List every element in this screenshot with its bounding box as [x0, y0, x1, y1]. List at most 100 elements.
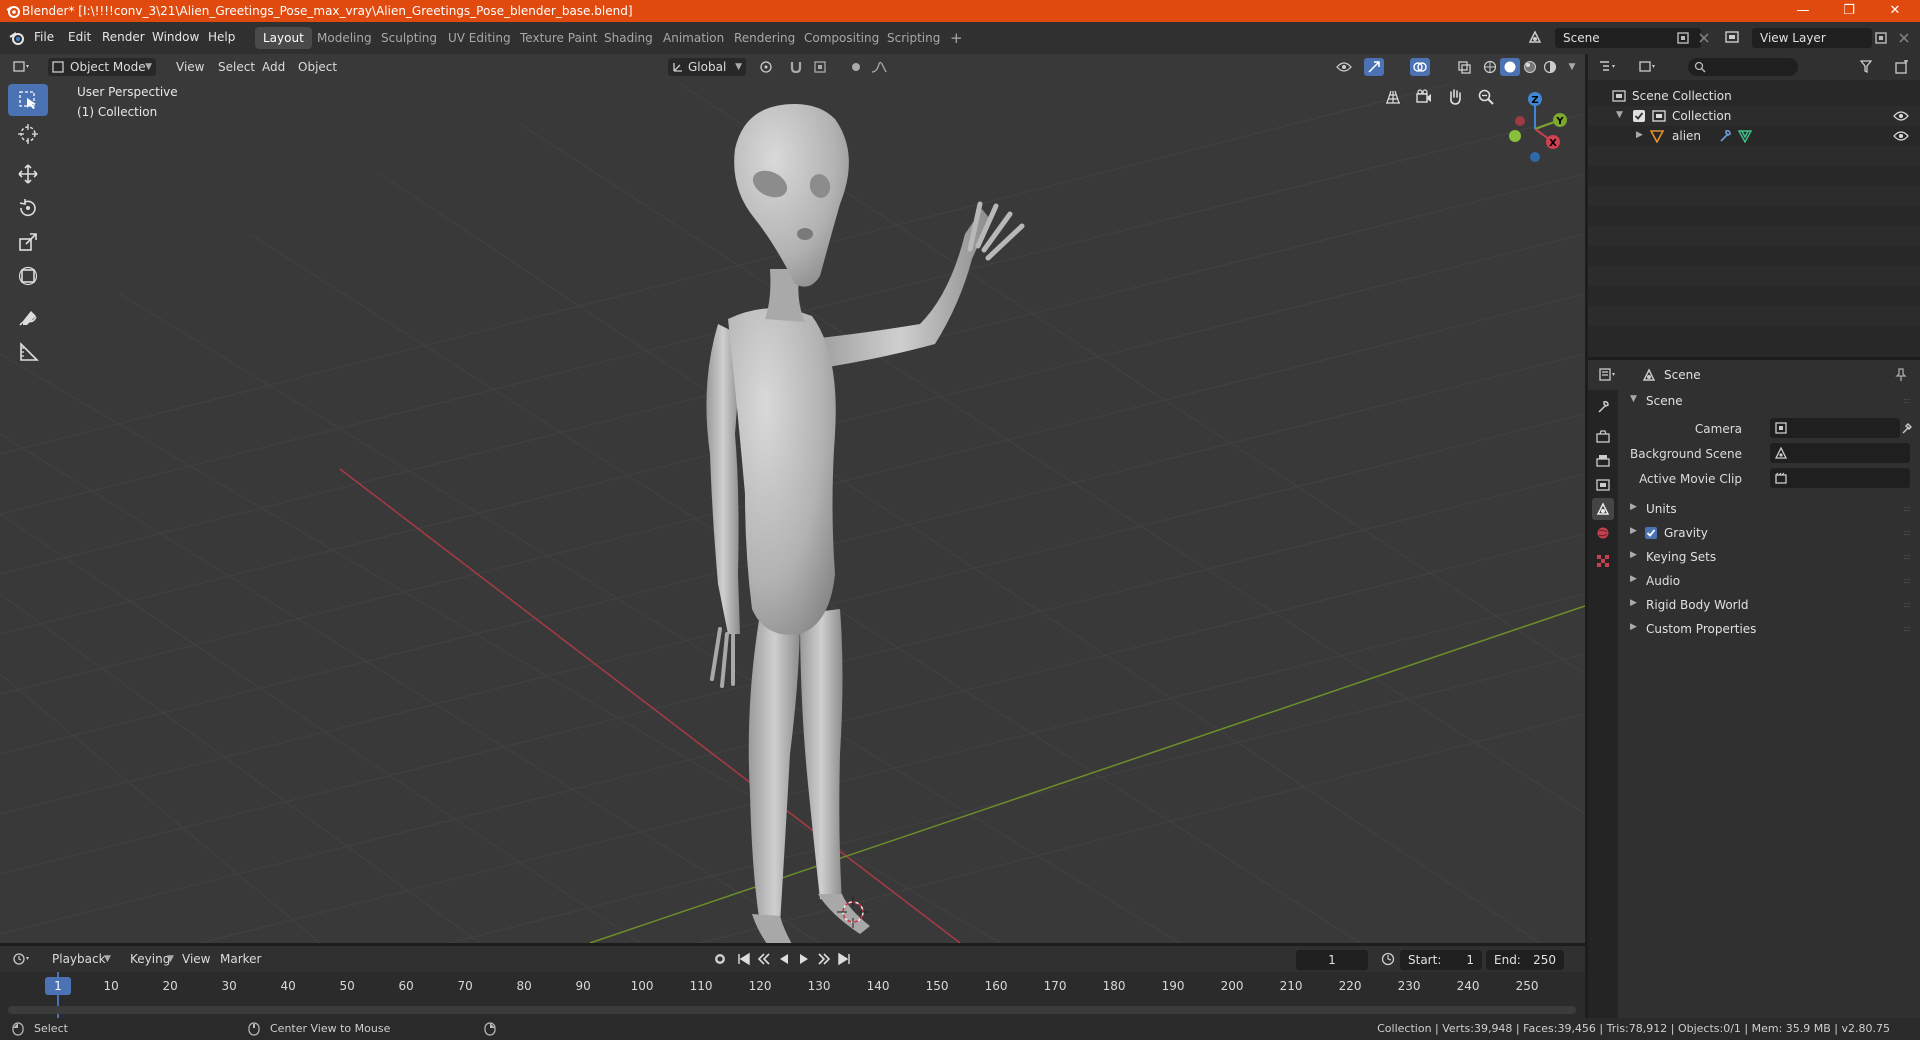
- 3d-viewport[interactable]: Object Mode ▼ View Select Add Object Glo…: [0, 54, 1585, 943]
- annotate-tool[interactable]: [8, 302, 48, 334]
- jump-to-start-icon[interactable]: [734, 950, 754, 968]
- tab-output-icon[interactable]: [1592, 450, 1614, 472]
- mode-selector[interactable]: Object Mode ▼: [48, 58, 156, 76]
- collapse-arrow-icon[interactable]: ▼: [1616, 110, 1623, 120]
- custom-properties-panel-header[interactable]: ▶ Custom Properties ::::: [1624, 618, 1914, 640]
- rotate-tool[interactable]: [8, 192, 48, 224]
- drag-handle-icon[interactable]: ::::: [1903, 396, 1911, 405]
- pan-hand-icon[interactable]: [1441, 83, 1469, 111]
- expand-arrow-icon[interactable]: ▶: [1636, 130, 1643, 140]
- snap-magnet-icon[interactable]: [786, 58, 806, 76]
- new-scene-icon[interactable]: [1676, 31, 1690, 45]
- shading-options-chevron-icon[interactable]: ▼: [1562, 58, 1582, 76]
- tab-animation[interactable]: Animation: [655, 27, 732, 49]
- menu-help[interactable]: Help: [208, 30, 235, 44]
- play-icon[interactable]: [794, 950, 814, 968]
- filter-icon[interactable]: [1858, 58, 1878, 76]
- blender-menu-icon[interactable]: [9, 30, 25, 46]
- end-frame-field[interactable]: End: 250: [1486, 950, 1564, 970]
- pivot-point-icon[interactable]: [756, 58, 776, 76]
- menu-window[interactable]: Window: [152, 30, 199, 44]
- delete-view-layer-icon[interactable]: [1898, 32, 1910, 44]
- properties-editor-type-icon[interactable]: [1598, 366, 1618, 384]
- outliner-search-input[interactable]: [1688, 58, 1798, 76]
- tab-layout[interactable]: Layout: [255, 27, 312, 49]
- cursor-tool[interactable]: [8, 118, 48, 150]
- tab-view-layer-icon[interactable]: [1592, 474, 1614, 496]
- tab-scripting[interactable]: Scripting: [879, 27, 948, 49]
- play-reverse-icon[interactable]: [774, 950, 794, 968]
- timeline-scrollbar[interactable]: [8, 1006, 1576, 1014]
- audio-panel-header[interactable]: ▶ Audio ::::: [1624, 570, 1914, 592]
- view-layer-selector[interactable]: View Layer: [1752, 28, 1872, 48]
- tab-uv-editing[interactable]: UV Editing: [440, 27, 519, 49]
- keying-sets-panel-header[interactable]: ▶ Keying Sets ::::: [1624, 546, 1914, 568]
- eyedropper-icon[interactable]: [1901, 422, 1913, 434]
- transform-tool[interactable]: [8, 260, 48, 292]
- active-movie-clip-field[interactable]: [1770, 468, 1910, 488]
- measure-tool[interactable]: [8, 336, 48, 368]
- start-frame-field[interactable]: Start: 1: [1400, 950, 1482, 970]
- restore-button[interactable]: ❐: [1826, 0, 1872, 22]
- camera-view-icon[interactable]: [1410, 83, 1438, 111]
- drag-handle-icon[interactable]: ::::: [1903, 504, 1911, 513]
- menu-select[interactable]: Select: [212, 58, 261, 76]
- scale-tool[interactable]: [8, 226, 48, 258]
- record-button[interactable]: [710, 950, 730, 968]
- select-box-tool[interactable]: [8, 84, 48, 116]
- pin-icon[interactable]: [1894, 368, 1908, 382]
- new-view-layer-icon[interactable]: [1874, 31, 1888, 45]
- snap-target-icon[interactable]: [810, 58, 830, 76]
- visibility-eye-icon[interactable]: [1334, 58, 1354, 76]
- neg-x-axis-handle[interactable]: [1515, 116, 1525, 126]
- outliner-row-collection[interactable]: ▼ Collection: [1588, 106, 1920, 126]
- tab-texture-icon[interactable]: [1592, 550, 1614, 572]
- drag-handle-icon[interactable]: ::::: [1903, 600, 1911, 609]
- tab-tool-icon[interactable]: [1592, 396, 1614, 418]
- scene-icon[interactable]: [1527, 29, 1543, 45]
- tab-scene-icon[interactable]: [1592, 498, 1614, 520]
- playhead-frame-indicator[interactable]: 1: [45, 977, 71, 995]
- solid-shading-icon[interactable]: [1500, 58, 1520, 76]
- include-checkbox-icon[interactable]: [1632, 109, 1646, 123]
- drag-handle-icon[interactable]: ::::: [1903, 528, 1911, 537]
- background-scene-field[interactable]: [1770, 443, 1910, 463]
- jump-to-end-icon[interactable]: [834, 950, 854, 968]
- gravity-checkbox[interactable]: [1644, 526, 1658, 540]
- minimize-button[interactable]: —: [1780, 0, 1826, 22]
- proportional-editing-icon[interactable]: [846, 58, 866, 76]
- menu-object[interactable]: Object: [292, 58, 343, 76]
- xray-toggle-icon[interactable]: [1454, 58, 1474, 76]
- transform-orientation-selector[interactable]: Global ▼: [668, 58, 746, 76]
- display-mode-icon[interactable]: [1638, 58, 1658, 76]
- tab-modeling[interactable]: Modeling: [309, 27, 380, 49]
- neg-y-axis-handle[interactable]: [1509, 130, 1521, 142]
- menu-view[interactable]: View: [176, 950, 216, 968]
- editor-type-icon[interactable]: [12, 58, 32, 76]
- add-workspace-button[interactable]: +: [942, 27, 971, 49]
- menu-view[interactable]: View: [170, 58, 210, 76]
- new-collection-icon[interactable]: [1892, 58, 1912, 76]
- drag-handle-icon[interactable]: ::::: [1903, 576, 1911, 585]
- rendered-shading-icon[interactable]: [1540, 58, 1560, 76]
- gravity-panel-header[interactable]: ▶ Gravity ::::: [1624, 522, 1914, 544]
- gizmo-toggle-icon[interactable]: [1364, 58, 1384, 76]
- outliner-row-scene-collection[interactable]: Scene Collection: [1588, 86, 1920, 106]
- jump-to-keyframe-back-icon[interactable]: [754, 950, 774, 968]
- menu-file[interactable]: File: [34, 30, 54, 44]
- drag-handle-icon[interactable]: ::::: [1903, 624, 1911, 633]
- toggle-grid-view-icon[interactable]: [1379, 83, 1407, 111]
- current-frame-field[interactable]: 1: [1296, 950, 1368, 970]
- material-preview-icon[interactable]: [1520, 58, 1540, 76]
- tab-texture-paint[interactable]: Texture Paint: [512, 27, 605, 49]
- timeline-editor-type-icon[interactable]: [12, 950, 32, 968]
- menu-add[interactable]: Add: [256, 58, 291, 76]
- view-layer-icon[interactable]: [1724, 29, 1740, 45]
- delete-scene-icon[interactable]: [1698, 32, 1710, 44]
- falloff-curve-icon[interactable]: [870, 58, 890, 76]
- menu-playback[interactable]: Playback: [46, 950, 112, 968]
- drag-handle-icon[interactable]: ::::: [1903, 552, 1911, 561]
- menu-marker[interactable]: Marker: [214, 950, 267, 968]
- close-button[interactable]: ✕: [1872, 0, 1918, 22]
- tab-render-icon[interactable]: [1592, 426, 1614, 448]
